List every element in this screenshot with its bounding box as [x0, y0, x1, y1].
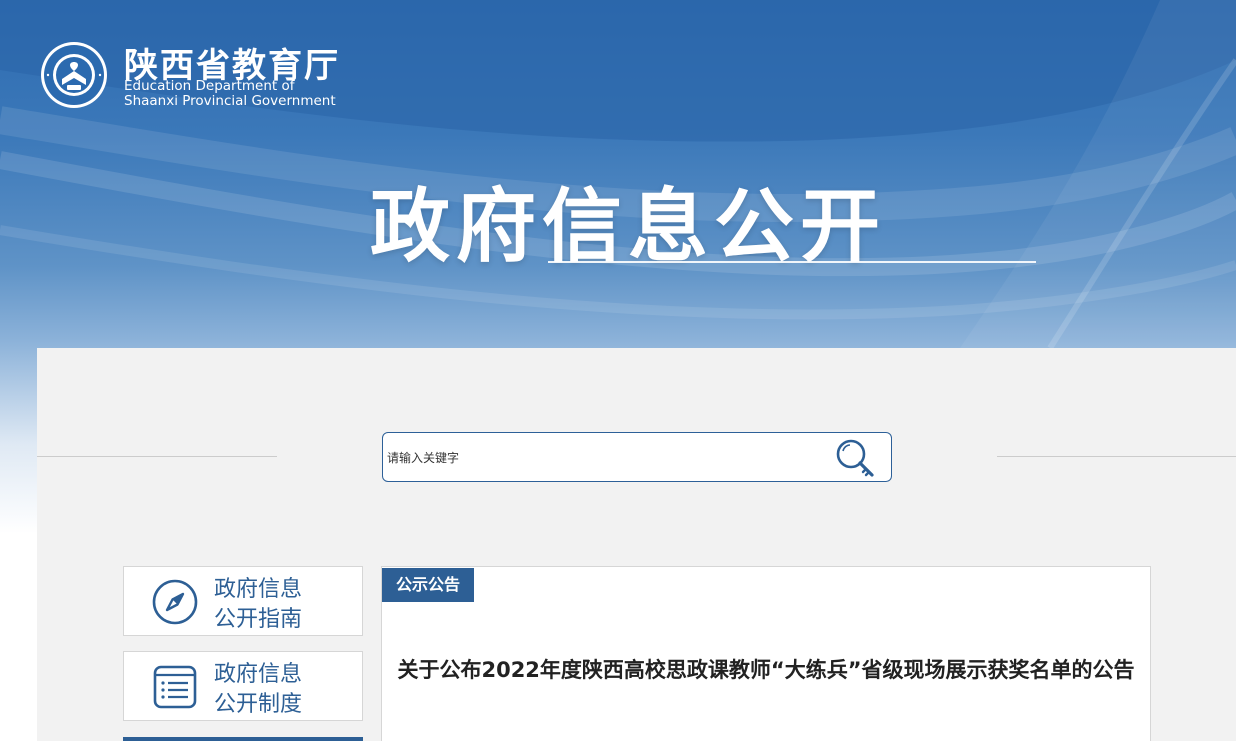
sidebar-label-line2: 公开制度 — [214, 692, 303, 717]
search-box — [382, 432, 892, 482]
sidebar-item-label: 政府信息 公开指南 — [214, 575, 354, 635]
sidebar-item-label: 政府信息 公开制度 — [214, 660, 354, 720]
section-tag: 公示公告 — [382, 568, 474, 602]
eds-seal-icon[interactable] — [40, 41, 108, 109]
search-input[interactable] — [387, 445, 817, 471]
title-underline — [548, 261, 1036, 263]
compass-icon — [152, 579, 198, 625]
search-divider-right — [997, 456, 1236, 457]
search-divider-left — [37, 456, 277, 457]
article-title[interactable]: 关于公布2022年度陕西高校思政课教师“大练兵”省级现场展示获奖名单的公告 — [384, 650, 1148, 690]
sidebar-label-line2: 公开指南 — [214, 607, 303, 632]
search-icon[interactable] — [833, 437, 877, 479]
document-list-icon — [152, 664, 198, 710]
site-name-english-line2: Shaanxi Provincial Government — [124, 93, 336, 109]
sidebar-item-disclosure-system[interactable]: 政府信息 公开制度 — [123, 651, 363, 721]
sidebar-item-active-edge[interactable] — [123, 737, 363, 741]
site-name-english-line1: Education Department of — [124, 78, 295, 94]
sidebar-label-line1: 政府信息 — [214, 662, 303, 687]
sidebar-item-disclosure-guide[interactable]: 政府信息 公开指南 — [123, 566, 363, 636]
site-name-english[interactable]: Education Department of Shaanxi Provinci… — [124, 79, 336, 109]
sidebar-label-line1: 政府信息 — [214, 577, 303, 602]
